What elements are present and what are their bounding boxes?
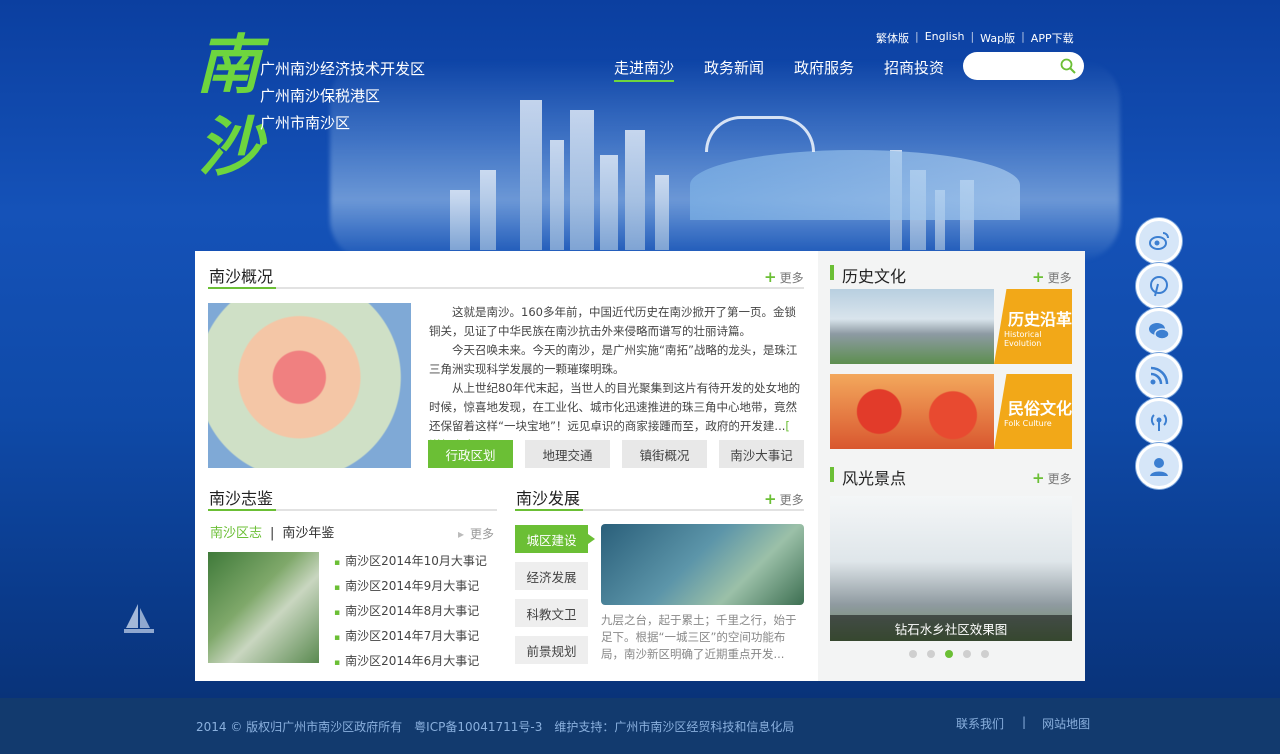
service-icon[interactable] <box>1136 443 1182 489</box>
development-image[interactable] <box>601 524 804 605</box>
slider-dot[interactable] <box>909 650 917 658</box>
link-contact[interactable]: 联系我们 <box>956 715 1004 732</box>
nav-item-investment[interactable]: 招商投资 <box>884 57 944 82</box>
district-name: 广州市南沙区 <box>260 114 351 132</box>
banner-label: 历史沿革 Historical Evolution <box>994 289 1072 364</box>
yearbook-list: 南沙区2014年10月大事记 南沙区2014年9月大事记 南沙区2014年8月大… <box>334 550 487 675</box>
more-link-overview[interactable]: + 更多 <box>764 268 804 286</box>
search-icon[interactable] <box>1060 58 1076 74</box>
section-title-scenery: 风光景点 <box>842 469 907 488</box>
rss-icon[interactable] <box>1136 353 1182 399</box>
subtab-yearbook[interactable]: 南沙年鉴 <box>282 526 334 541</box>
list-item[interactable]: 南沙区2014年9月大事记 <box>334 575 487 600</box>
railway-image <box>830 289 994 364</box>
region-map-image[interactable] <box>208 303 411 468</box>
slider-dot[interactable] <box>981 650 989 658</box>
district-name: 广州南沙经济技术开发区 <box>260 60 426 78</box>
footer-copyright: 2014 © 版权归广州市南沙区政府所有 粤ICP备10041711号-3 维护… <box>196 720 795 734</box>
link-wap[interactable]: Wap版 <box>980 30 1015 46</box>
link-app-download[interactable]: APP下载 <box>1031 30 1074 46</box>
search-box <box>963 52 1084 80</box>
river-image <box>690 150 1020 220</box>
overview-text: 这就是南沙。160多年前，中国近代历史在南沙掀开了第一页。金锁铜关，见证了中华民… <box>429 303 805 455</box>
slider-dot[interactable] <box>927 650 935 658</box>
overview-tabs: 行政区划 地理交通 镇街概况 南沙大事记 <box>428 440 804 468</box>
banner-folk-culture[interactable]: 民俗文化 Folk Culture <box>830 374 1072 449</box>
pinterest-icon[interactable] <box>1136 263 1182 309</box>
side-share-icons <box>1136 218 1182 489</box>
section-marker <box>830 265 834 280</box>
broadcast-icon[interactable] <box>1136 398 1182 444</box>
more-link-yearbook[interactable]: ▸ 更多 <box>458 525 494 542</box>
development-text: 九层之台，起于累土；千里之行，始于足下。根据“一城三区”的空间功能布局，南沙新区… <box>601 613 797 661</box>
more-link-development[interactable]: + 更多 <box>764 490 804 508</box>
tab-planning[interactable]: 前景规划 <box>515 636 588 664</box>
list-item[interactable]: 南沙区2014年10月大事记 <box>334 550 487 575</box>
district-names: 广州南沙经济技术开发区 广州南沙保税港区 广州市南沙区 <box>260 56 425 137</box>
banner-label: 民俗文化 Folk Culture <box>994 374 1072 449</box>
slider-dot[interactable] <box>963 650 971 658</box>
nav-item-about[interactable]: 走进南沙 <box>614 57 675 82</box>
development-tabs: 城区建设 经济发展 科教文卫 前景规划 <box>515 525 595 673</box>
overview-paragraph: 这就是南沙。160多年前，中国近代历史在南沙掀开了第一页。金锁铜关，见证了中华民… <box>429 305 796 338</box>
list-item[interactable]: 南沙区2014年7月大事记 <box>334 625 487 650</box>
footer-links: 联系我们 | 网站地图 <box>956 715 1091 732</box>
link-english[interactable]: English <box>925 30 965 46</box>
tab-urban-construction[interactable]: 城区建设 <box>515 525 595 553</box>
wechat-icon[interactable] <box>1136 308 1182 354</box>
search-input[interactable] <box>977 52 1067 80</box>
nav-item-news[interactable]: 政务新闻 <box>704 57 764 82</box>
link-sitemap[interactable]: 网站地图 <box>1042 715 1090 732</box>
more-link-scenery[interactable]: + 更多 <box>1032 469 1072 487</box>
tab-towns[interactable]: 镇街概况 <box>622 440 707 468</box>
banner-history-evolution[interactable]: 历史沿革 Historical Evolution <box>830 289 1072 364</box>
top-links: 繁体版 | English | Wap版 | APP下载 <box>876 30 1074 46</box>
district-name: 广州南沙保税港区 <box>260 87 381 105</box>
overview-paragraph: 今天召唤未来。今天的南沙，是广州实施“南拓”战略的龙头，是珠江三角洲实现科学发展… <box>429 343 798 376</box>
weibo-icon[interactable] <box>1136 218 1182 264</box>
aerial-map-image[interactable] <box>208 552 319 663</box>
logo-char-nan: 南 <box>196 28 260 103</box>
section-title-development: 南沙发展 <box>516 489 581 508</box>
bridge-image <box>705 116 815 152</box>
yearbook-subtabs: 南沙区志 | 南沙年鉴 <box>210 526 335 541</box>
tab-chronicle[interactable]: 南沙大事记 <box>719 440 804 468</box>
link-traditional[interactable]: 繁体版 <box>876 30 909 46</box>
list-item[interactable]: 南沙区2014年8月大事记 <box>334 600 487 625</box>
slide-caption: 钻石水乡社区效果图 <box>830 615 1072 641</box>
section-title-overview: 南沙概况 <box>209 267 274 286</box>
section-title-yearbook: 南沙志鉴 <box>209 489 274 508</box>
tab-education-culture[interactable]: 科教文卫 <box>515 599 588 627</box>
section-divider <box>208 509 497 511</box>
slider-dots <box>909 650 989 658</box>
section-title-history: 历史文化 <box>842 267 907 286</box>
sailboat-image <box>124 604 154 633</box>
more-link-history[interactable]: + 更多 <box>1032 268 1072 286</box>
nav-item-services[interactable]: 政府服务 <box>794 57 854 82</box>
list-item[interactable]: 南沙区2014年6月大事记 <box>334 650 487 675</box>
section-divider <box>515 509 804 511</box>
logo-char-sha: 沙 <box>198 110 262 185</box>
main-nav: 走进南沙 政务新闻 政府服务 招商投资 <box>614 57 944 82</box>
tab-economy[interactable]: 经济发展 <box>515 562 588 590</box>
tab-geo-transport[interactable]: 地理交通 <box>525 440 610 468</box>
lion-dance-image <box>830 374 994 449</box>
scenery-slide-image[interactable]: 钻石水乡社区效果图 <box>830 496 1072 641</box>
subtab-district-annals[interactable]: 南沙区志 <box>210 526 262 541</box>
section-marker <box>830 467 834 482</box>
tab-admin-division[interactable]: 行政区划 <box>428 440 513 468</box>
slider-dot[interactable] <box>945 650 953 658</box>
section-divider <box>208 287 804 289</box>
